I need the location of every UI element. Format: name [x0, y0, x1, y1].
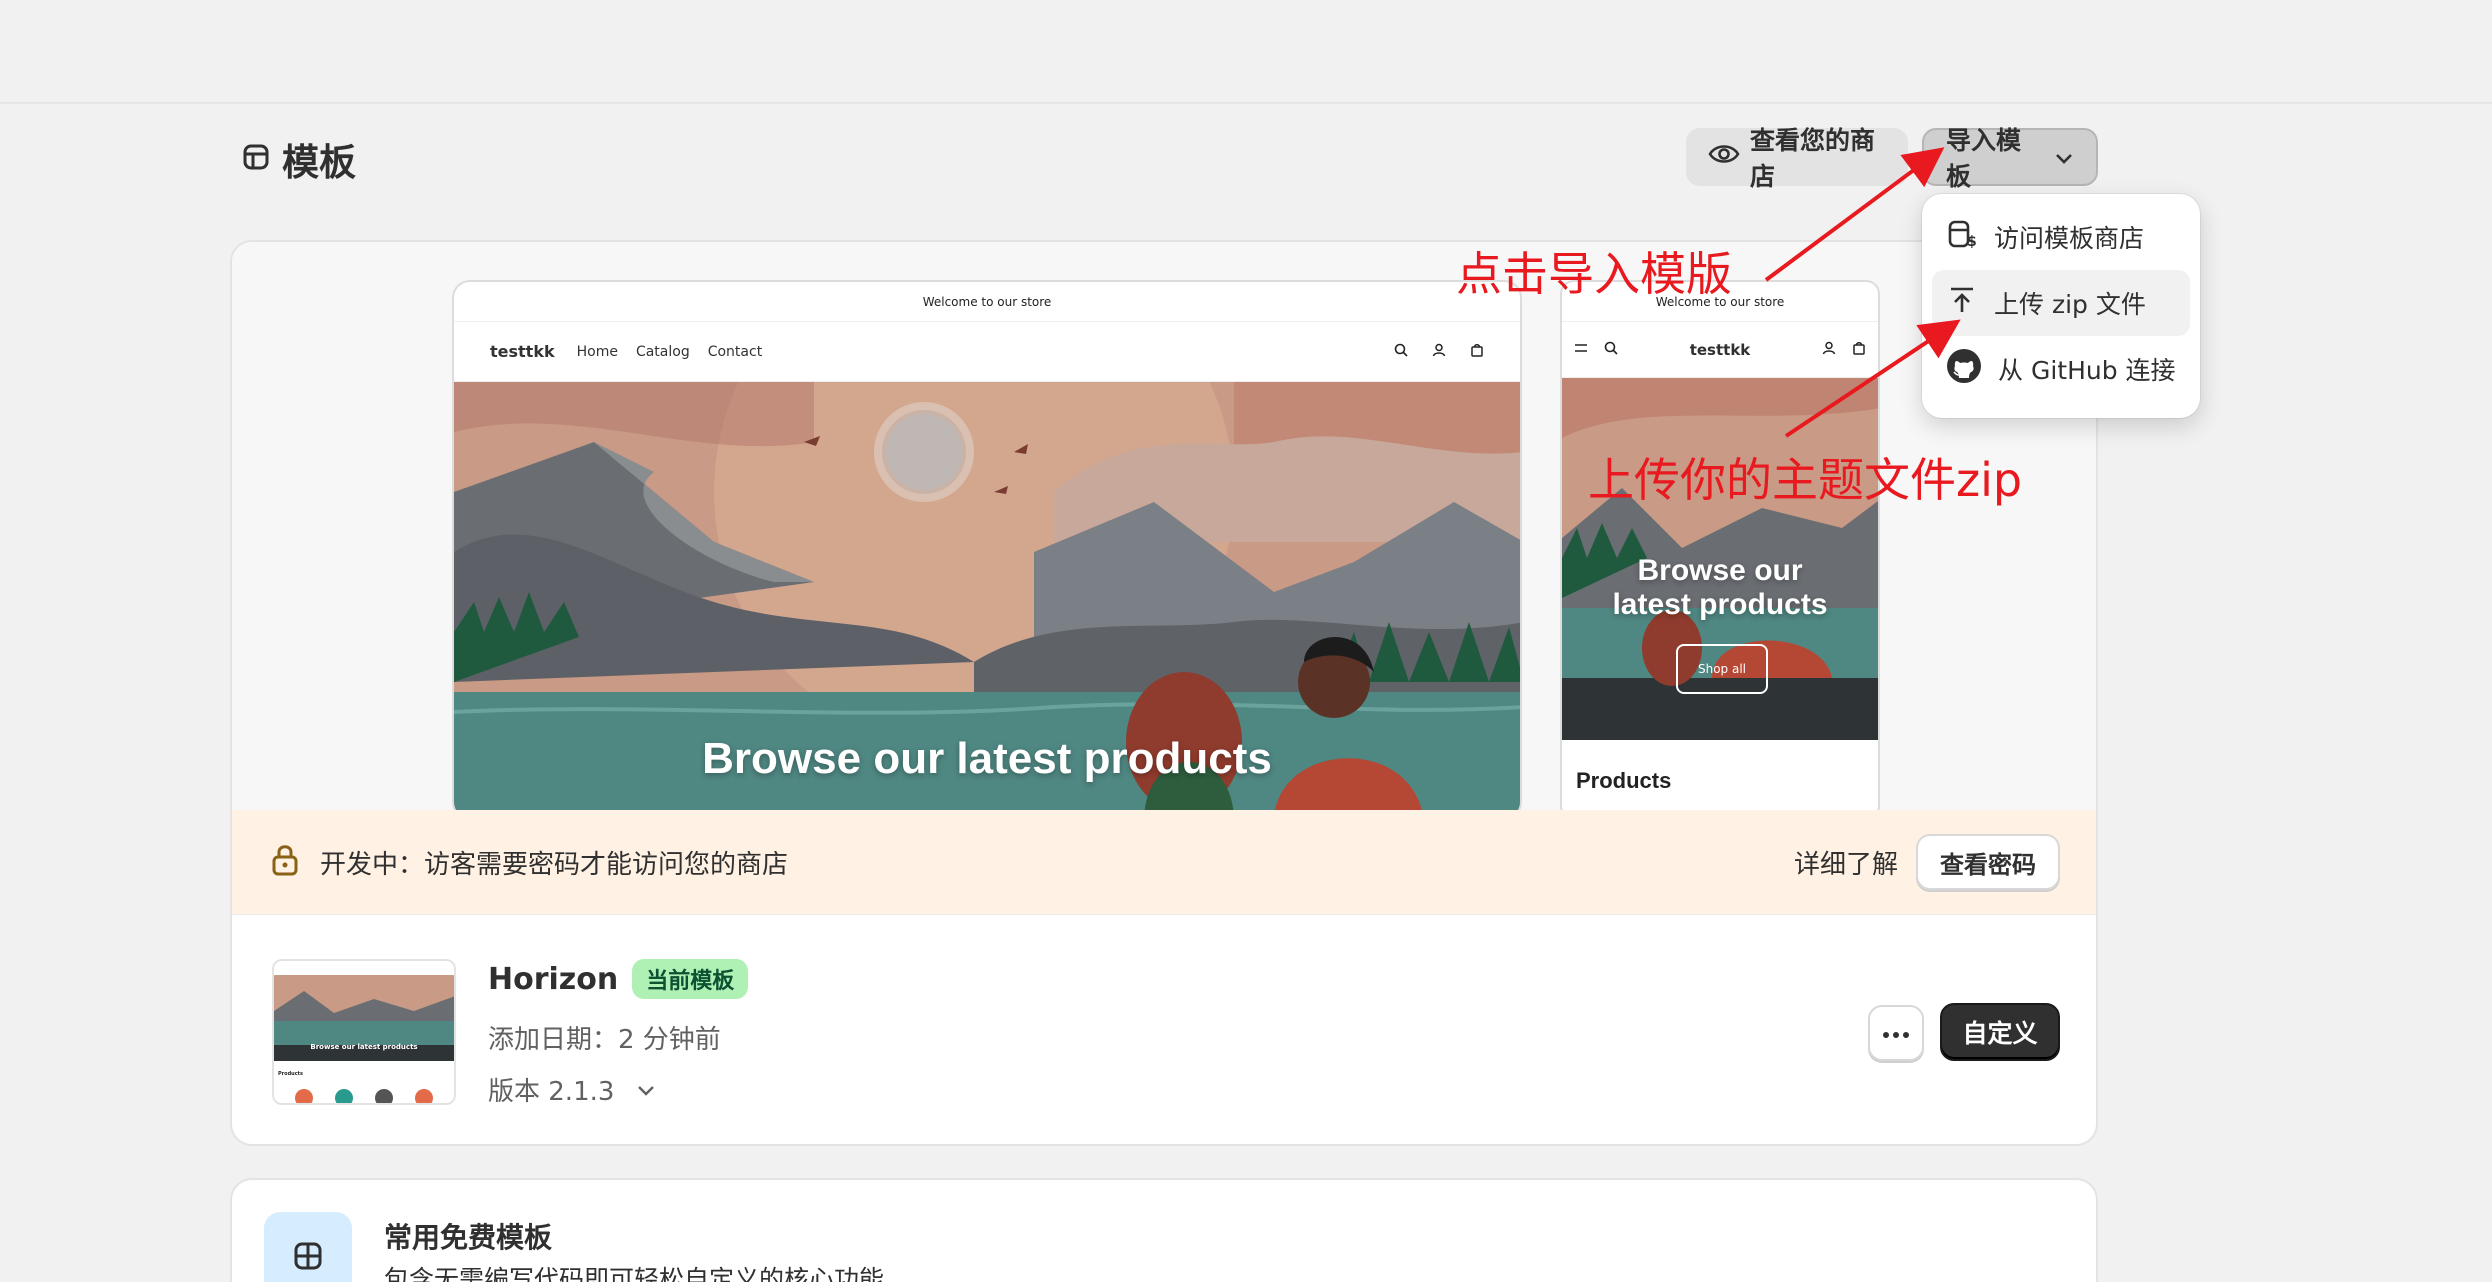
theme-details: Browse our latest products Products Hori… [232, 914, 2096, 1144]
menu-item-github-label: 从 GitHub 连接 [1998, 356, 2176, 385]
hero-banner: Browse our latest products [454, 382, 1520, 818]
nav-contact: Contact [707, 343, 763, 360]
mobile-hero: Browse our latest products Shop all [1562, 378, 1878, 740]
customize-button[interactable]: 自定义 [1940, 1003, 2060, 1061]
github-icon [1946, 348, 1982, 390]
theme-preview[interactable]: Welcome to our store testtkk Home Catalo… [232, 242, 2096, 820]
theme-added-date: 添加日期：2 分钟前 [488, 1025, 721, 1055]
annotation-click-import: 点击导入模版 [1456, 247, 1732, 301]
view-store-label: 查看您的商店 [1750, 126, 1876, 191]
import-theme-button[interactable]: 导入模板 [1922, 126, 2098, 191]
menu-item-theme-store[interactable]: $ 访问模板商店 [1932, 204, 2190, 270]
nav-home: Home [576, 343, 618, 360]
store-nav: testtkk Home Catalog Contact [454, 322, 1520, 382]
thumbnail-hero-title: Browse our latest products [310, 1043, 418, 1051]
search-icon [1394, 343, 1408, 361]
mobile-search-icon [1604, 341, 1618, 359]
nav-catalog: Catalog [635, 343, 690, 360]
ellipsis-icon [1882, 1024, 1910, 1043]
theme-icon [242, 143, 270, 175]
version-chevron-icon [636, 1075, 656, 1105]
announcement-bar: Welcome to our store [454, 282, 1520, 322]
cart-icon [1470, 343, 1484, 361]
theme-store-icon: $ [1946, 218, 1978, 256]
import-theme-label: 导入模板 [1946, 126, 2022, 191]
theme-name-row: Horizon 当前模板 [488, 959, 749, 999]
annotation-upload-zip: 上传你的主题文件zip [1588, 453, 2023, 507]
menu-icon [1574, 342, 1588, 358]
layout-icon [264, 1212, 352, 1282]
page-header: 模板 [242, 132, 356, 186]
store-logo: testtkk [490, 342, 555, 361]
menu-item-github[interactable]: 从 GitHub 连接 [1932, 336, 2190, 402]
thumbnail-illustration [274, 961, 454, 1103]
mobile-hero-title: Browse our latest products [1612, 554, 1828, 621]
mobile-preview: Welcome to our store testtkk Browse our … [1560, 280, 1880, 820]
import-theme-menu: $ 访问模板商店 上传 zip 文件 从 GitHub 连接 [1922, 194, 2200, 418]
free-themes-card: 常用免费模板 包含无需编写代码即可轻松自定义的核心功能。 [230, 1178, 2098, 1282]
mobile-cart-icon [1852, 341, 1866, 359]
desktop-preview: Welcome to our store testtkk Home Catalo… [452, 280, 1522, 820]
free-themes-description: 包含无需编写代码即可轻松自定义的核心功能。 [384, 1265, 910, 1282]
lock-icon [272, 844, 298, 880]
hero-title: Browse our latest products [702, 734, 1272, 783]
free-themes-title: 常用免费模板 [384, 1221, 553, 1254]
account-icon [1432, 343, 1446, 361]
upload-icon [1946, 284, 1978, 322]
top-bar [0, 0, 2492, 104]
view-store-button[interactable]: 查看您的商店 [1686, 126, 1908, 191]
menu-item-upload-zip[interactable]: 上传 zip 文件 [1932, 270, 2190, 336]
theme-name: Horizon [488, 961, 619, 997]
chevron-down-icon [2054, 143, 2074, 172]
menu-item-theme-store-label: 访问模板商店 [1994, 224, 2145, 253]
dev-banner-message: 开发中：访客需要密码才能访问您的商店 [320, 849, 789, 880]
mobile-nav: testtkk [1562, 322, 1878, 378]
svg-text:$: $ [1967, 234, 1977, 250]
theme-version: 版本 2.1.3 [488, 1077, 615, 1107]
view-password-button[interactable]: 查看密码 [1916, 834, 2060, 890]
more-actions-button[interactable] [1868, 1005, 1924, 1061]
theme-version-toggle[interactable]: 版本 2.1.3 [488, 1071, 656, 1108]
mobile-store-logo: testtkk [1689, 340, 1751, 359]
learn-more-link[interactable]: 详细了解 [1794, 844, 1898, 881]
page-title: 模板 [282, 141, 356, 184]
dev-store-banner: 开发中：访客需要密码才能访问您的商店 详细了解 查看密码 [232, 810, 2096, 914]
menu-item-upload-zip-label: 上传 zip 文件 [1994, 290, 2146, 319]
products-heading: Products [1576, 768, 1672, 793]
eye-icon [1708, 142, 1740, 172]
current-theme-badge: 当前模板 [632, 959, 749, 999]
shop-all-button: Shop all [1676, 644, 1768, 694]
theme-thumbnail[interactable]: Browse our latest products Products [272, 959, 456, 1105]
current-theme-card: Welcome to our store testtkk Home Catalo… [230, 240, 2098, 1146]
mobile-account-icon [1822, 341, 1836, 359]
thumbnail-products-label: Products [278, 1071, 304, 1077]
